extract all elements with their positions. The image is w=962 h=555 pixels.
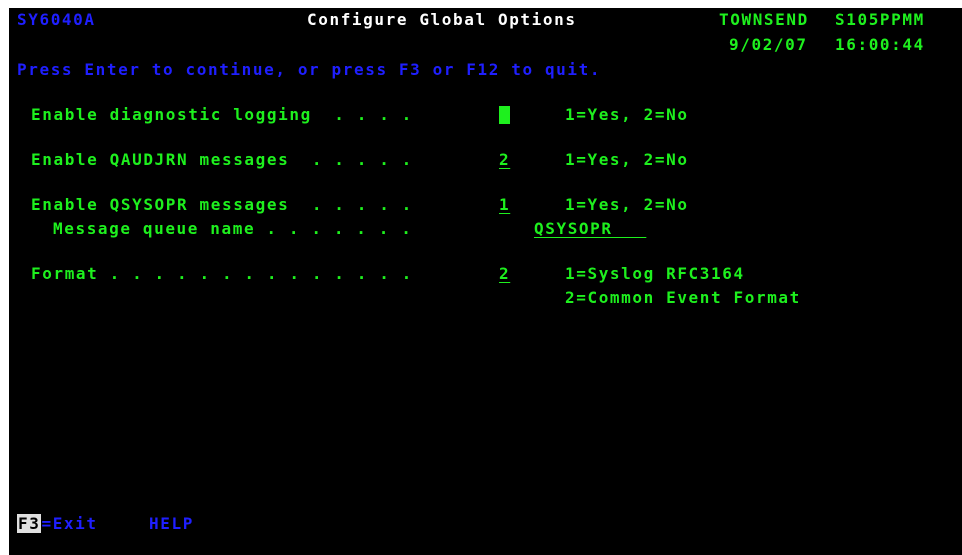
diag-input[interactable] — [499, 106, 510, 124]
qaudjrn-input[interactable]: 2 — [499, 150, 510, 170]
diag-hint: 1=Yes, 2=No — [565, 105, 689, 124]
f3-exit-key[interactable]: F3=Exit — [17, 514, 98, 534]
format-hint-2: 2=Common Event Format — [565, 288, 801, 307]
help-key[interactable]: HELP — [149, 514, 194, 534]
f3-key: F3 — [17, 514, 42, 533]
qsysopr-hint: 1=Yes, 2=No — [565, 195, 689, 214]
qaudjrn-label: Enable QAUDJRN messages . . . . . — [31, 150, 413, 169]
msgq-input[interactable]: QSYSOPR — [534, 219, 646, 239]
qaudjrn-hint: 1=Yes, 2=No — [565, 150, 689, 169]
system-name: TOWNSEND — [719, 10, 809, 29]
program-id: SY6040A — [17, 10, 96, 29]
page-title: Configure Global Options — [307, 10, 577, 29]
instructions: Press Enter to continue, or press F3 or … — [17, 60, 602, 79]
format-hint-1: 1=Syslog RFC3164 — [565, 264, 745, 283]
qsysopr-label: Enable QSYSOPR messages . . . . . — [31, 195, 413, 214]
format-input[interactable]: 2 — [499, 264, 510, 284]
date: 9/02/07 — [729, 35, 808, 54]
user-id: S105PPMM — [835, 10, 925, 29]
time: 16:00:44 — [835, 35, 925, 54]
f3-label: =Exit — [41, 514, 98, 533]
qsysopr-input[interactable]: 1 — [499, 195, 510, 215]
msgq-label: Message queue name . . . . . . . — [53, 219, 413, 238]
diag-label: Enable diagnostic logging . . . . — [31, 105, 413, 124]
format-label: Format . . . . . . . . . . . . . . — [31, 264, 413, 283]
terminal-screen: SY6040A Configure Global Options TOWNSEN… — [9, 8, 962, 555]
